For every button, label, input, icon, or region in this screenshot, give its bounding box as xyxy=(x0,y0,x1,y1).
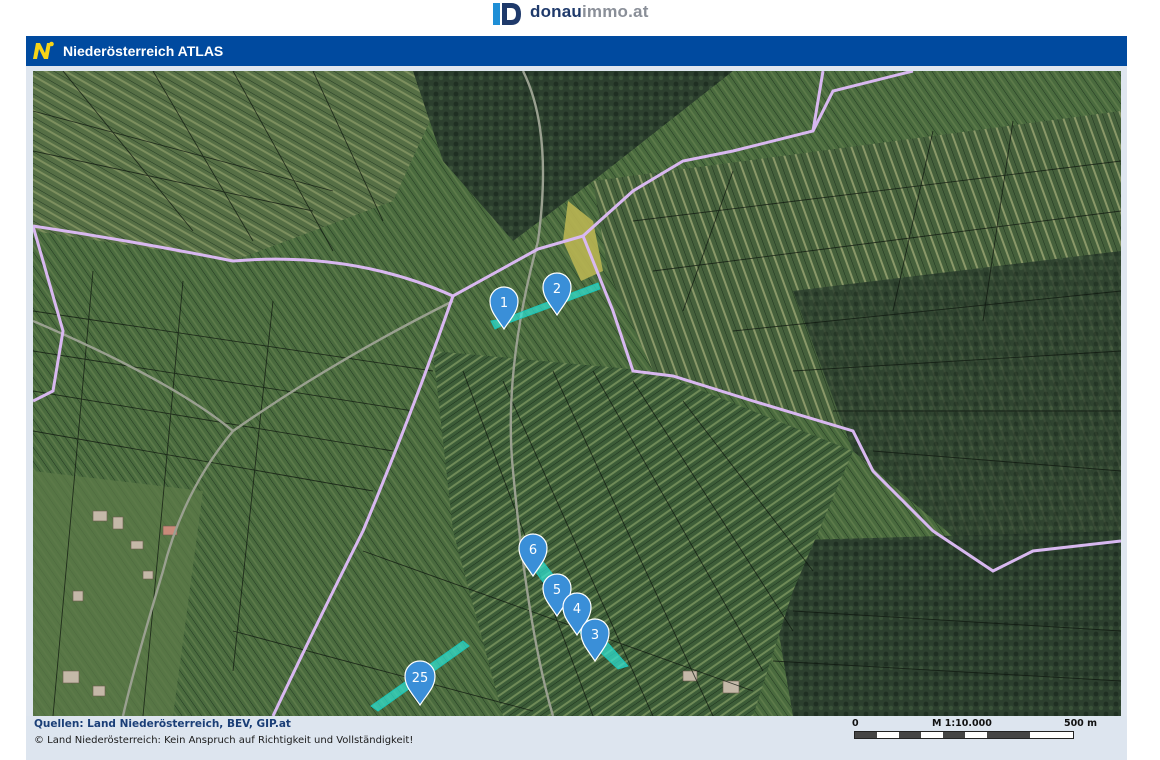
fields-southwest xyxy=(33,471,203,716)
marker-label-5: 5 xyxy=(553,583,561,598)
marker-label-1: 1 xyxy=(500,296,508,311)
marker-label-3: 3 xyxy=(591,628,599,643)
atlas-header: Niederösterreich ATLAS xyxy=(26,36,1127,66)
scale-segment xyxy=(987,732,1030,738)
marker-label-2: 2 xyxy=(553,282,561,297)
marker-label-4: 4 xyxy=(573,602,581,617)
brand-bold: donau xyxy=(530,2,582,21)
scale-segment xyxy=(943,732,965,738)
aerial-map[interactable]: 1 2 6 5 4 3 25 xyxy=(33,71,1121,716)
scale-segment xyxy=(899,732,921,738)
donauimmo-logo-icon xyxy=(493,3,521,25)
map-sources: Quellen: Land Niederösterreich, BEV, GIP… xyxy=(34,718,291,730)
map-viewport[interactable]: 1 2 6 5 4 3 25 xyxy=(33,71,1121,716)
map-footer: Quellen: Land Niederösterreich, BEV, GIP… xyxy=(26,716,1127,760)
atlas-title: Niederösterreich ATLAS xyxy=(63,43,224,59)
marker-label-6: 6 xyxy=(529,543,537,558)
forest-southeast xyxy=(763,531,1121,716)
site-logo-text[interactable]: donauimmo.at xyxy=(530,2,649,22)
scale-end-label: 500 m xyxy=(1063,718,1097,729)
site-logo-bar: donauimmo.at xyxy=(0,0,1160,30)
brand-light: immo.at xyxy=(582,2,649,21)
scale-start-label: 0 xyxy=(852,718,859,729)
scale-ratio-label: M 1:10.000 xyxy=(932,718,992,729)
scale-bar: 0 M 1:10.000 500 m xyxy=(852,718,1097,742)
map-copyright: © Land Niederösterreich: Kein Anspruch a… xyxy=(34,735,414,746)
marker-label-25: 25 xyxy=(412,671,429,686)
scale-segment xyxy=(855,732,877,738)
atlas-frame: Niederösterreich ATLAS 1 2 6 5 4 3 25 Qu… xyxy=(26,36,1127,760)
noe-logo-icon xyxy=(33,41,54,59)
scale-graphic xyxy=(854,731,1074,739)
